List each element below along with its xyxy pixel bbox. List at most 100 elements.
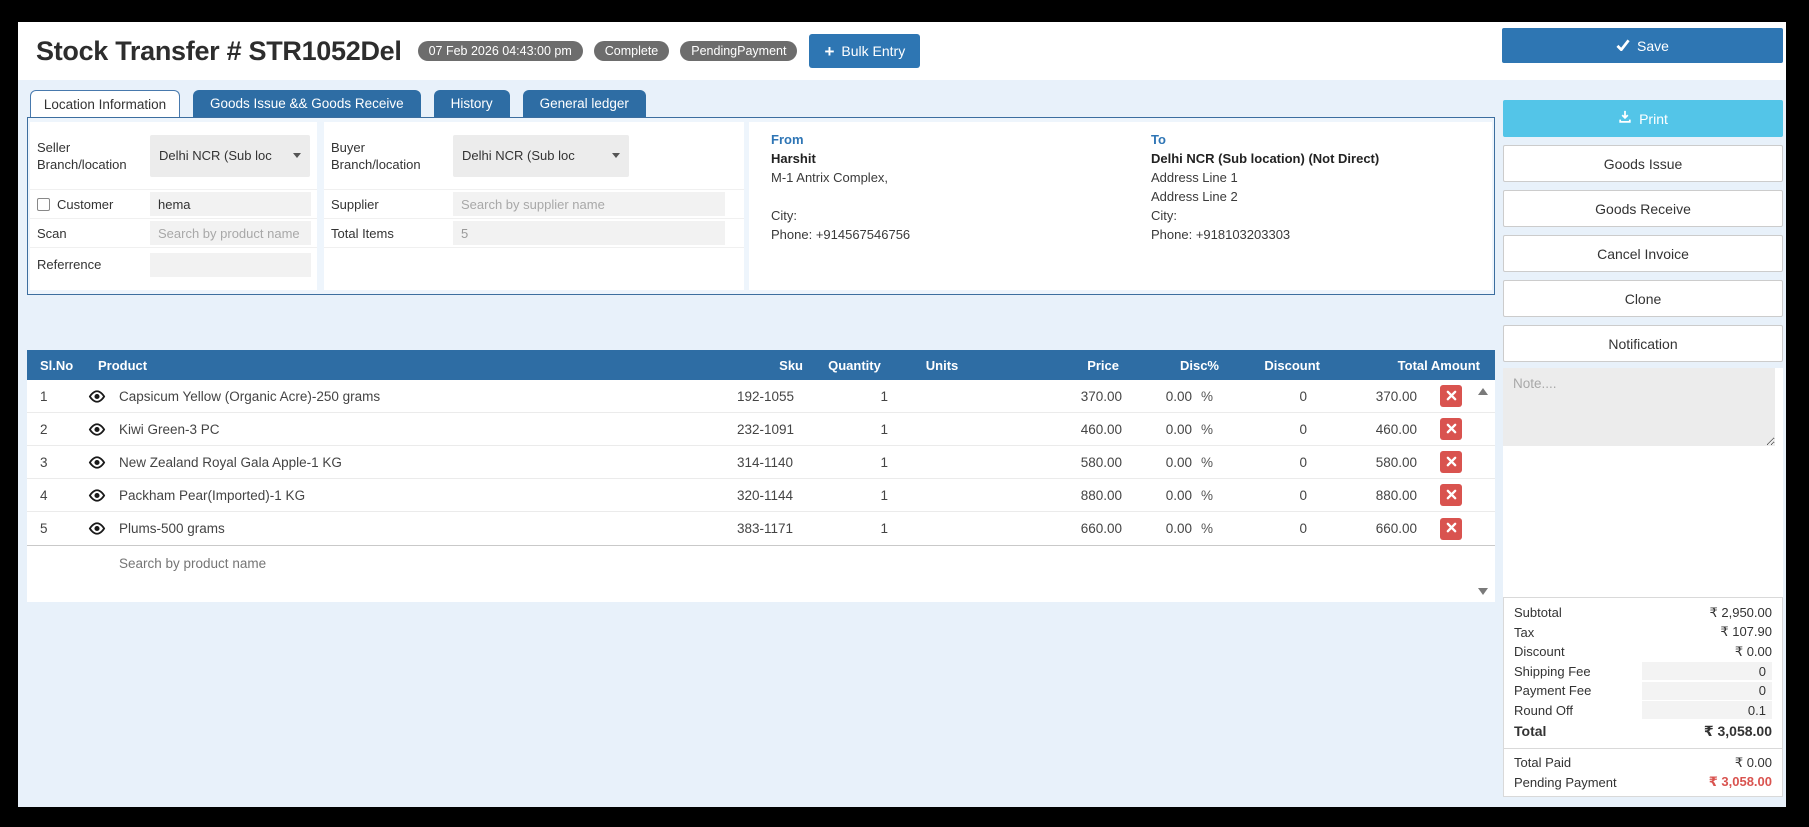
subtotal-value: ₹ 2,950.00 <box>1709 604 1773 620</box>
date-badge: 07 Feb 2026 04:43:00 pm <box>417 41 583 61</box>
pending-payment-label: Pending Payment <box>1514 774 1617 790</box>
addresses-card: From Harshit M-1 Antrix Complex, City: P… <box>749 122 1492 290</box>
print-button[interactable]: Print <box>1503 100 1783 137</box>
seller-branch-value: Delhi NCR (Sub loc <box>159 148 272 163</box>
goods-issue-button[interactable]: Goods Issue <box>1503 145 1783 182</box>
eye-icon[interactable] <box>77 521 117 536</box>
eye-icon[interactable] <box>77 488 117 503</box>
notification-button[interactable]: Notification <box>1503 325 1783 362</box>
pending-payment-row: Pending Payment ₹ 3,058.00 <box>1514 773 1772 793</box>
row-quantity[interactable]: 1 <box>807 488 902 503</box>
row-discount: 0 <box>1299 487 1307 503</box>
delete-row-button[interactable] <box>1440 484 1462 506</box>
eye-icon[interactable] <box>77 455 117 470</box>
buyer-branch-value: Delhi NCR (Sub loc <box>462 148 575 163</box>
bulk-entry-button[interactable]: + Bulk Entry <box>809 34 921 68</box>
tab-general-ledger[interactable]: General ledger <box>522 90 646 117</box>
tax-label: Tax <box>1514 624 1535 640</box>
bulk-entry-label: Bulk Entry <box>841 43 906 59</box>
row-price: 660.00 <box>1080 521 1122 536</box>
product-search-row <box>27 545 1495 581</box>
scroll-up-icon[interactable] <box>1478 388 1488 395</box>
header-bar: Stock Transfer # STR1052Del 07 Feb 2026 … <box>18 22 1786 80</box>
supplier-input[interactable] <box>453 192 725 216</box>
buyer-branch-select[interactable]: Delhi NCR (Sub loc <box>453 134 629 177</box>
row-sku: 320-1144 <box>737 487 794 503</box>
row-disc-percent[interactable]: 0.00 <box>1127 455 1197 470</box>
caret-down-icon <box>293 153 301 158</box>
to-name: Delhi NCR (Sub location) (Not Direct) <box>1151 151 1380 166</box>
tab-location-information[interactable]: Location Information <box>30 90 180 117</box>
row-disc-percent[interactable]: 0.00 <box>1127 521 1197 536</box>
customer-checkbox[interactable] <box>37 197 50 211</box>
total-paid-row: Total Paid ₹ 0.00 <box>1514 753 1772 773</box>
row-price: 880.00 <box>1080 487 1122 503</box>
delete-row-button[interactable] <box>1440 517 1462 540</box>
save-label: Save <box>1637 37 1669 54</box>
row-disc-percent[interactable]: 0.00 <box>1127 488 1197 503</box>
percent-sign: % <box>1201 521 1214 536</box>
note-textarea[interactable] <box>1503 368 1775 446</box>
table-row: 1 Capsicum Yellow (Organic Acre)-250 gra… <box>27 380 1495 413</box>
row-quantity[interactable]: 1 <box>807 422 902 437</box>
tab-goods-issue-goods-receive[interactable]: Goods Issue && Goods Receive <box>193 90 421 117</box>
reference-input[interactable] <box>150 252 311 277</box>
table-row: 5 Plums-500 grams 383-1171 1 660.00 0.00… <box>27 512 1495 545</box>
eye-icon[interactable] <box>77 389 117 404</box>
row-total-amount: 460.00 <box>1375 421 1417 437</box>
total-items-value <box>453 221 725 245</box>
delete-row-button[interactable] <box>1440 385 1462 407</box>
tab-history[interactable]: History <box>433 90 510 117</box>
table-row: 4 Packham Pear(Imported)-1 KG 320-1144 1… <box>27 479 1495 512</box>
tax-row: Tax ₹ 107.90 <box>1514 623 1772 643</box>
row-quantity[interactable]: 1 <box>807 389 902 404</box>
clone-button[interactable]: Clone <box>1503 280 1783 317</box>
product-search-input[interactable] <box>119 556 619 571</box>
seller-branch-select[interactable]: Delhi NCR (Sub loc <box>150 134 310 177</box>
eye-icon[interactable] <box>77 422 117 437</box>
discount-row: Discount ₹ 0.00 <box>1514 642 1772 662</box>
payment-fee-input[interactable] <box>1642 681 1772 700</box>
total-value: ₹ 3,058.00 <box>1703 722 1772 739</box>
shipping-fee-row: Shipping Fee <box>1514 662 1772 682</box>
save-button[interactable]: Save <box>1502 28 1783 63</box>
row-total-amount: 880.00 <box>1375 487 1417 503</box>
round-off-input[interactable] <box>1642 701 1772 720</box>
table-header-row: Sl.No Product Sku Quantity Units Price D… <box>27 350 1495 380</box>
row-slno: 5 <box>40 521 48 536</box>
col-header-slno: Sl.No <box>40 357 74 373</box>
scroll-down-icon[interactable] <box>1478 588 1488 595</box>
col-header-quantity: Quantity <box>828 357 881 373</box>
goods-receive-button[interactable]: Goods Receive <box>1503 190 1783 227</box>
status-badge-pending-payment: PendingPayment <box>680 41 798 61</box>
row-slno: 3 <box>40 454 48 470</box>
total-paid-value: ₹ 0.00 <box>1734 754 1772 770</box>
row-disc-percent[interactable]: 0.00 <box>1127 422 1197 437</box>
page-title: Stock Transfer # STR1052Del <box>36 35 402 66</box>
total-label: Total <box>1514 723 1547 739</box>
row-quantity[interactable]: 1 <box>807 521 902 536</box>
row-discount: 0 <box>1299 454 1307 470</box>
row-product: Packham Pear(Imported)-1 KG <box>119 487 306 503</box>
check-icon <box>1616 38 1630 54</box>
scan-input[interactable] <box>150 221 311 245</box>
subtotal-label: Subtotal <box>1514 605 1562 621</box>
tax-value: ₹ 107.90 <box>1720 624 1772 640</box>
x-icon <box>1446 521 1457 536</box>
delete-row-button[interactable] <box>1440 418 1462 440</box>
shipping-fee-input[interactable] <box>1642 662 1772 681</box>
reference-label: Referrence <box>37 257 102 272</box>
cancel-invoice-button[interactable]: Cancel Invoice <box>1503 235 1783 272</box>
row-price: 370.00 <box>1080 388 1122 404</box>
row-quantity[interactable]: 1 <box>807 455 902 470</box>
payment-box: Total Paid ₹ 0.00 Pending Payment ₹ 3,05… <box>1503 748 1783 797</box>
table-row: 2 Kiwi Green-3 PC 232-1091 1 460.00 0.00… <box>27 413 1495 446</box>
x-icon <box>1446 488 1457 503</box>
delete-row-button[interactable] <box>1440 451 1462 473</box>
customer-input[interactable] <box>150 192 311 216</box>
to-phone: Phone: +918103203303 <box>1151 227 1291 242</box>
from-address-block: From Harshit M-1 Antrix Complex, City: P… <box>771 130 910 244</box>
payment-fee-row: Payment Fee <box>1514 681 1772 701</box>
row-disc-percent[interactable]: 0.00 <box>1127 389 1197 404</box>
from-heading: From <box>771 132 804 147</box>
